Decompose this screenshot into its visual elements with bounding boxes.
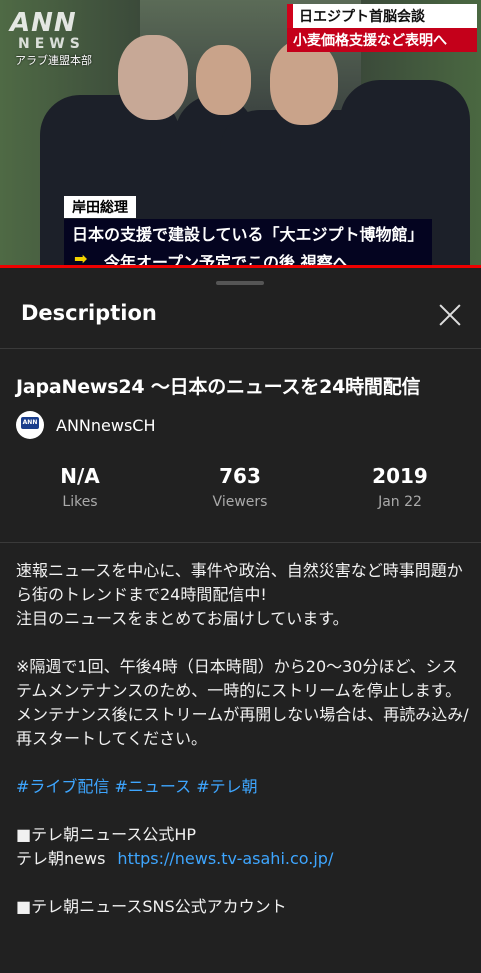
sheet-title: Description <box>21 301 157 325</box>
avatar-logo: ANN <box>21 417 39 429</box>
stat-label: Viewers <box>212 494 268 510</box>
caption-name: 岸田総理 <box>64 196 136 218</box>
ann-logo: ANN <box>10 8 77 38</box>
channel-name[interactable]: ANNnewsCH <box>56 416 156 435</box>
drag-handle[interactable] <box>216 281 264 285</box>
ann-logo-sub: NEWS <box>18 36 85 52</box>
headline-line1: 日エジプト首脳会談 <box>287 4 477 28</box>
description-sheet: Description JapaNews24 〜日本のニュースを24時間配信 A… <box>0 268 481 973</box>
stat-label: Jan 22 <box>378 494 422 510</box>
sns-heading: ■テレ朝ニュースSNS公式アカウント <box>16 897 287 916</box>
close-icon[interactable] <box>437 302 463 328</box>
headline-line2: 小麦価格支援など表明へ <box>287 28 477 52</box>
divider <box>0 542 481 543</box>
description-body: 速報ニュースを中心に、事件や政治、自然災害など時事問題から街のトレンドまで24時… <box>16 559 471 919</box>
stat-value: 763 <box>219 464 261 488</box>
hp-link[interactable]: https://news.tv-asahi.co.jp/ <box>117 849 333 868</box>
person-middle-face <box>196 45 251 115</box>
video-player[interactable]: ANN NEWS アラブ連盟本部 日エジプト首脳会談 小麦価格支援など表明へ 岸… <box>0 0 481 268</box>
hashtag-link[interactable]: #ニュース <box>115 777 192 796</box>
hashtag-link[interactable]: #テレ朝 <box>196 777 257 796</box>
video-caption: 岸田総理 日本の支援で建設している「大エジプト博物館」 ➡ 今年オープン予定でこ… <box>64 196 432 268</box>
sheet-header: Description <box>0 286 481 349</box>
headline-box: 日エジプト首脳会談 小麦価格支援など表明へ <box>287 4 477 52</box>
person-center-face <box>270 40 338 125</box>
stat-value: 2019 <box>372 464 428 488</box>
desc-paragraph: 注目のニュースをまとめてお届けしています。 <box>16 609 349 628</box>
stat-likes: N/A Likes <box>0 464 160 510</box>
hp-heading: ■テレ朝ニュース公式HP <box>16 825 196 844</box>
video-title: JapaNews24 〜日本のニュースを24時間配信 <box>16 376 421 398</box>
desc-paragraph: 速報ニュースを中心に、事件や政治、自然災害など時事問題から街のトレンドまで24時… <box>16 561 463 604</box>
channel-row[interactable]: ANN ANNnewsCH <box>16 410 156 440</box>
hp-row: テレ朝news https://news.tv-asahi.co.jp/ <box>16 847 471 871</box>
stats-row: N/A Likes 763 Viewers 2019 Jan 22 <box>0 464 481 510</box>
desc-paragraph: ※隔週で1回、午後4時（日本時間）から20〜30分ほど、システムメンテナンスのた… <box>16 657 462 700</box>
avatar[interactable]: ANN <box>16 411 44 439</box>
caption-line1: 日本の支援で建設している「大エジプト博物館」 <box>64 219 432 247</box>
location-label: アラブ連盟本部 <box>15 54 92 67</box>
stat-date: 2019 Jan 22 <box>320 464 480 510</box>
hashtag-link[interactable]: #ライブ配信 <box>16 777 109 796</box>
hashtags: #ライブ配信 #ニュース #テレ朝 <box>16 775 471 799</box>
hp-label: テレ朝news <box>16 849 106 868</box>
stat-viewers: 763 Viewers <box>160 464 320 510</box>
stat-value: N/A <box>60 464 100 488</box>
person-left-face <box>118 35 188 120</box>
desc-paragraph: メンテナンス後にストリームが再開しない場合は、再読み込み/再スタートしてください… <box>16 705 469 748</box>
stat-label: Likes <box>62 494 98 510</box>
